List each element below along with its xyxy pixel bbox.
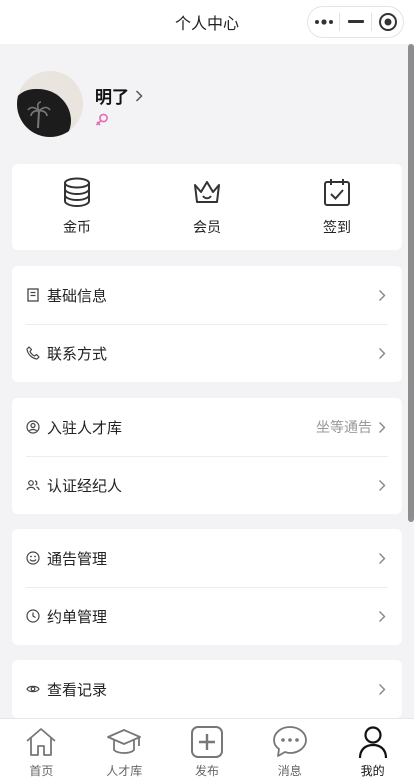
tab-label: 我的 bbox=[360, 764, 385, 778]
tab-mine[interactable]: 我的 bbox=[331, 719, 414, 780]
chevron-right-icon bbox=[378, 479, 386, 492]
tab-talent-pool[interactable]: 人才库 bbox=[83, 719, 166, 780]
tab-label: 发布 bbox=[194, 764, 219, 778]
menu-item-basic-info[interactable]: 基础信息 bbox=[12, 266, 402, 324]
chevron-right-icon bbox=[378, 421, 386, 434]
chevron-right-icon bbox=[378, 610, 386, 623]
menu-item-label: 查看记录 bbox=[47, 680, 108, 699]
menu-item-contact[interactable]: 联系方式 bbox=[12, 324, 402, 382]
target-circle-icon bbox=[378, 13, 397, 31]
chevron-right-icon bbox=[378, 289, 386, 302]
graduation-cap-icon bbox=[106, 724, 142, 760]
coins-button[interactable]: 金币 bbox=[12, 164, 142, 250]
scrollbar[interactable] bbox=[408, 44, 414, 522]
tab-publish[interactable]: 发布 bbox=[166, 719, 249, 780]
more-button[interactable] bbox=[308, 7, 339, 37]
coins-label: 金币 bbox=[63, 220, 91, 236]
top-navbar: 个人中心 bbox=[0, 0, 414, 44]
page-title: 个人中心 bbox=[174, 14, 239, 33]
chevron-right-icon bbox=[378, 683, 386, 696]
user-name: 明了 bbox=[95, 88, 129, 108]
palm-tree-print-icon bbox=[27, 101, 51, 129]
chevron-right-icon bbox=[378, 347, 386, 360]
name-row[interactable]: 明了 bbox=[95, 83, 143, 108]
profile-info: 明了 bbox=[95, 83, 143, 127]
menu-item-certify-agent[interactable]: 认证经纪人 bbox=[12, 456, 402, 514]
tab-home[interactable]: 首页 bbox=[0, 719, 83, 780]
menu-item-notice-management[interactable]: 通告管理 bbox=[12, 529, 402, 587]
menu-item-status-text: 坐等通告 bbox=[316, 420, 372, 436]
menu-item-label: 认证经纪人 bbox=[47, 476, 123, 495]
close-miniprogram-button[interactable] bbox=[372, 7, 403, 37]
check-in-button[interactable]: 签到 bbox=[272, 164, 402, 250]
check-in-label: 签到 bbox=[323, 220, 351, 236]
bottom-tab-bar: 首页 人才库 发布 消息 我的 bbox=[0, 718, 414, 780]
menu-item-label: 入驻人才库 bbox=[47, 418, 123, 437]
menu-item-label: 联系方式 bbox=[47, 344, 108, 363]
document-icon bbox=[26, 288, 40, 302]
smile-icon bbox=[26, 551, 40, 565]
membership-label: 会员 bbox=[193, 220, 221, 236]
clock-icon bbox=[26, 609, 40, 623]
menu-group-management: 通告管理 约单管理 bbox=[12, 529, 402, 645]
tab-messages[interactable]: 消息 bbox=[248, 719, 331, 780]
more-dots-icon bbox=[314, 19, 333, 25]
profile-header[interactable]: 明了 bbox=[17, 71, 143, 137]
person-icon bbox=[355, 724, 391, 760]
chevron-right-icon bbox=[378, 552, 386, 565]
miniprogram-capsule bbox=[307, 6, 404, 38]
menu-item-label: 通告管理 bbox=[47, 549, 108, 568]
membership-button[interactable]: 会员 bbox=[142, 164, 272, 250]
menu-group-talent: 入驻人才库 坐等通告 认证经纪人 bbox=[12, 398, 402, 514]
calendar-check-icon bbox=[324, 179, 350, 206]
minimize-button[interactable] bbox=[340, 7, 371, 37]
plus-square-icon bbox=[189, 724, 225, 760]
phone-icon bbox=[26, 346, 40, 360]
menu-item-label: 约单管理 bbox=[47, 607, 108, 626]
users-icon bbox=[26, 478, 40, 492]
user-circle-icon bbox=[26, 420, 40, 434]
crown-icon bbox=[194, 181, 220, 203]
coins-icon bbox=[64, 177, 90, 207]
menu-group-records: 查看记录 bbox=[12, 660, 402, 718]
menu-item-order-management[interactable]: 约单管理 bbox=[12, 587, 402, 645]
menu-item-label: 基础信息 bbox=[47, 286, 108, 305]
tab-label: 首页 bbox=[29, 764, 54, 778]
tab-label: 消息 bbox=[277, 764, 302, 778]
avatar[interactable] bbox=[17, 71, 83, 137]
chat-bubble-icon bbox=[272, 724, 308, 760]
minus-icon bbox=[347, 20, 364, 23]
quick-actions-card: 金币 会员 签到 bbox=[12, 164, 402, 250]
female-gender-icon bbox=[95, 113, 108, 126]
eye-icon bbox=[26, 682, 40, 696]
menu-item-view-records[interactable]: 查看记录 bbox=[12, 660, 402, 718]
menu-item-join-talent-pool[interactable]: 入驻人才库 坐等通告 bbox=[12, 398, 402, 456]
tab-label: 人才库 bbox=[106, 764, 143, 778]
home-icon bbox=[23, 724, 59, 760]
menu-group-basic: 基础信息 联系方式 bbox=[12, 266, 402, 382]
chevron-right-icon bbox=[135, 89, 143, 102]
